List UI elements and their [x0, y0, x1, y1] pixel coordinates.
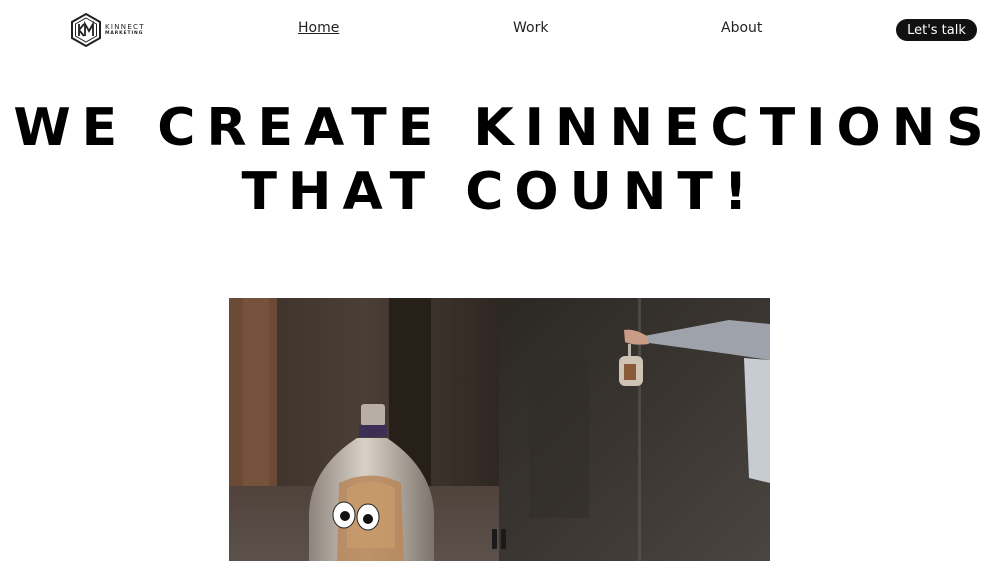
logo-line2: MARKETING — [105, 30, 144, 36]
headline-line-1: WE CREATE KINNECTIONS — [13, 98, 995, 158]
pause-bar-right — [501, 529, 506, 549]
video-frame — [229, 298, 770, 561]
lets-talk-button[interactable]: Let's talk — [896, 19, 977, 41]
logo-link[interactable]: KINNECT MARKETING — [70, 13, 145, 47]
nav-home-link[interactable]: Home — [298, 20, 339, 36]
km-hexagon-logo-icon — [71, 13, 101, 47]
hero-headline: WE CREATE KINNECTIONS THAT COUNT! — [0, 96, 1000, 224]
nav-work-link[interactable]: Work — [513, 20, 548, 36]
logo-wordmark: KINNECT MARKETING — [105, 22, 145, 37]
page: KINNECT MARKETING Home Work About Let's … — [0, 0, 1000, 561]
headline-line-2: THAT COUNT! — [241, 162, 759, 222]
logo-line1: KINNECT — [105, 22, 145, 31]
nav-about-link[interactable]: About — [721, 20, 762, 36]
pause-icon[interactable] — [489, 528, 509, 550]
pause-bar-left — [492, 529, 497, 549]
site-header: KINNECT MARKETING Home Work About Let's … — [0, 0, 1000, 60]
hero-video[interactable] — [229, 298, 770, 561]
